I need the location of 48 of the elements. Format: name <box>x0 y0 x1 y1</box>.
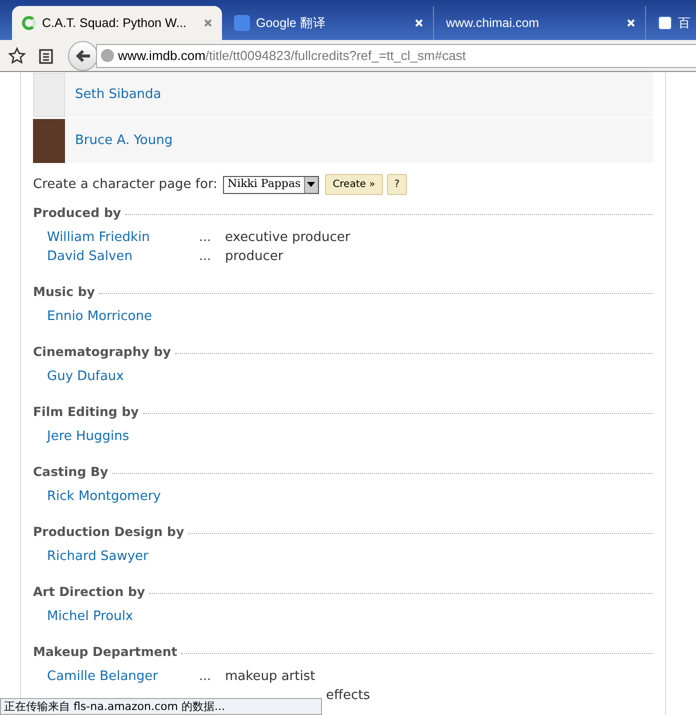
section-heading: Art Direction by <box>33 582 146 601</box>
section-heading: Makeup Department <box>33 642 178 661</box>
create-button[interactable]: Create » <box>324 174 384 195</box>
globe-icon <box>101 49 114 62</box>
section-heading: Film Editing by <box>33 402 139 421</box>
role-text: producer <box>225 248 284 266</box>
back-button[interactable] <box>68 40 98 70</box>
translate-icon <box>234 15 250 31</box>
cast-name-link[interactable]: Seth Sibanda <box>75 84 162 104</box>
crew-name-link[interactable]: William Friedkin <box>47 230 150 245</box>
tab-title: 百 <box>678 14 692 32</box>
role-text: makeup artist <box>225 668 316 686</box>
section-heading: Cinematography by <box>33 342 171 361</box>
help-button[interactable]: ? <box>387 174 407 195</box>
ellipsis-text: ... <box>199 228 212 246</box>
browser-tab[interactable]: C.A.T. Squad: Python W... <box>12 6 222 40</box>
loading-icon <box>22 16 36 30</box>
ellipsis-text: ... <box>199 667 212 686</box>
tab-title: Google 翻译 <box>256 14 327 32</box>
role-text: effects <box>326 686 370 705</box>
crew-name-link[interactable]: Jere Huggins <box>47 428 130 444</box>
crew-name-link[interactable]: Ennio Morricone <box>47 308 152 324</box>
character-dropdown[interactable]: Nikki Pappas <box>223 176 319 194</box>
section-heading: Production Design by <box>33 522 184 541</box>
crew-name-link[interactable]: Michel Proulx <box>47 608 134 624</box>
url-text: www.imdb.com/title/tt0094823/fullcredits?ref_=tt_cl_sm#cast <box>118 46 466 65</box>
section-heading: Music by <box>33 282 95 301</box>
crew-name-link[interactable]: Camille Belanger <box>47 668 158 684</box>
tab-title: C.A.T. Squad: Python W... <box>42 14 188 32</box>
close-icon[interactable] <box>204 19 212 27</box>
crew-name-link[interactable]: David Salven <box>47 248 132 264</box>
section-heading: Produced by <box>33 204 122 222</box>
star-icon[interactable] <box>8 46 26 64</box>
cast-name-link[interactable]: Bruce A. Young <box>75 130 173 150</box>
caret-icon <box>304 176 318 192</box>
clipboard-icon[interactable] <box>38 48 54 64</box>
section-heading: Casting By <box>33 462 108 481</box>
crew-name-link[interactable]: Rick Montgomery <box>47 488 161 504</box>
crew-name-link[interactable]: Richard Sawyer <box>47 548 148 564</box>
role-text: executive producer <box>225 228 350 247</box>
status-bar: 正在传输来自 fls-na.amazon.com 的数据... <box>0 698 322 715</box>
form-label: Create a character page for: <box>33 176 218 194</box>
app-icon <box>658 16 672 30</box>
crew-name-link[interactable]: Guy Dufaux <box>47 368 124 384</box>
ellipsis-text: ... <box>199 247 212 266</box>
tab-title: www.chimai.com <box>446 14 540 32</box>
address-bar[interactable]: www.imdb.com/title/tt0094823/fullcredits?ref_=tt_cl_sm#cast <box>96 44 696 68</box>
back-arrow-icon <box>75 48 91 62</box>
